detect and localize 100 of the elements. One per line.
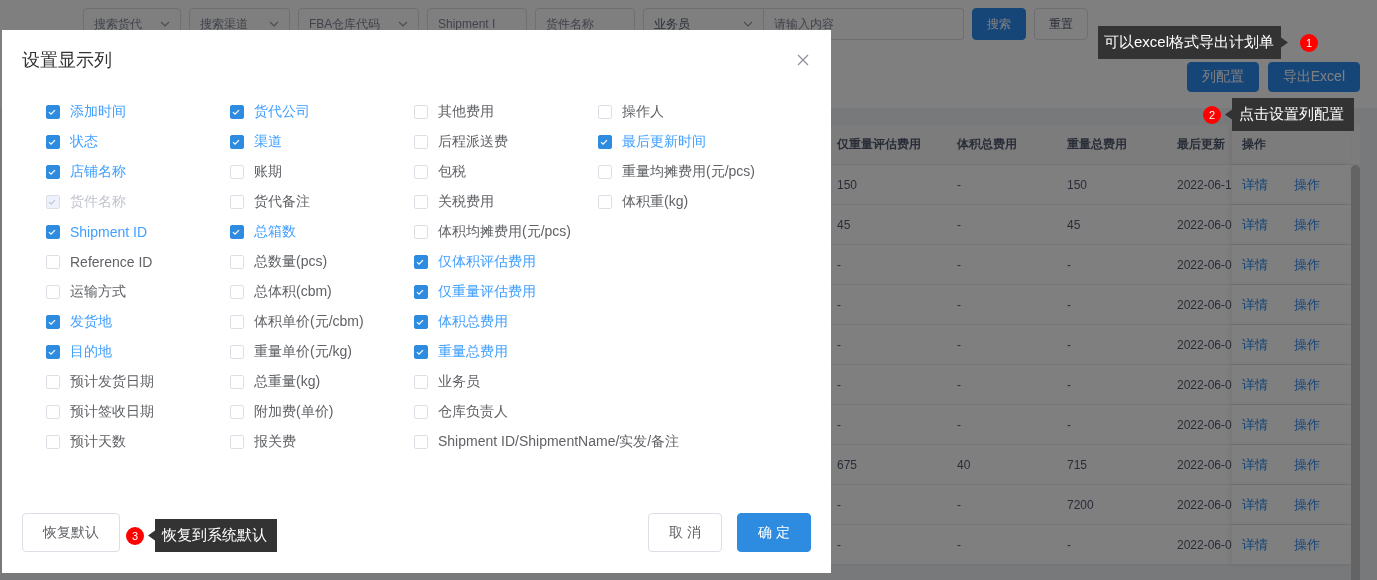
table-cell-text: 2022-06-0 — [1176, 217, 1232, 232]
confirm-button[interactable]: 确 定 — [737, 513, 811, 552]
column-header: 仅重量评估费用 — [835, 136, 922, 153]
checkbox[interactable] — [46, 165, 60, 179]
checkbox[interactable] — [414, 345, 428, 359]
table-cell-text: - — [836, 417, 842, 432]
checkbox[interactable] — [46, 315, 60, 329]
column-header: 体积总费用 — [956, 136, 1018, 153]
table-link[interactable]: 详情 — [1242, 415, 1268, 434]
checkbox-label: 仅重量评估费用 — [438, 283, 536, 301]
table-cell-text: - — [1066, 257, 1072, 272]
search-button[interactable]: 搜索 — [972, 8, 1026, 40]
checkbox-label: 操作人 — [622, 103, 664, 121]
checkbox-label: 总体积(cbm) — [254, 283, 332, 301]
table-cell-text: - — [956, 497, 962, 512]
toolbar-button[interactable]: 导出Excel — [1267, 62, 1360, 92]
checkbox[interactable] — [414, 255, 428, 269]
table-link[interactable]: 操作 — [1294, 335, 1320, 354]
table-cell-text: - — [956, 537, 962, 552]
table-cell-text: - — [956, 417, 962, 432]
table-link[interactable]: 操作 — [1294, 455, 1320, 474]
table-link[interactable]: 详情 — [1242, 255, 1268, 274]
checkbox[interactable] — [46, 105, 60, 119]
checkbox-label: 体积总费用 — [438, 313, 508, 331]
table-cell-text: - — [956, 337, 962, 352]
table-link[interactable]: 操作 — [1294, 295, 1320, 314]
scrollbar[interactable] — [1351, 165, 1360, 580]
checkbox-label: 总数量(pcs) — [254, 253, 328, 271]
checkbox-label: 发货地 — [70, 313, 112, 331]
table-link[interactable]: 详情 — [1242, 535, 1268, 554]
checkbox-label: 渠道 — [254, 133, 282, 151]
table-link[interactable]: 详情 — [1242, 455, 1268, 474]
table-link[interactable]: 详情 — [1242, 175, 1268, 194]
checkbox-label: Shipment ID — [70, 224, 148, 240]
table-cell-text: 2022-06-0 — [1176, 537, 1232, 552]
table-cell-text: - — [1066, 337, 1072, 352]
table-link[interactable]: 详情 — [1242, 375, 1268, 394]
checkbox-label: Shipment ID/ShipmentName/实发/备注 — [438, 433, 680, 451]
checkbox-label: 预计发货日期 — [70, 373, 154, 391]
checkbox-label: Reference ID — [70, 254, 153, 270]
table-cell-text: - — [836, 497, 842, 512]
table-cell-text: - — [1066, 297, 1072, 312]
table-cell-text: 715 — [1066, 457, 1089, 472]
cancel-button[interactable]: 取 消 — [648, 513, 723, 552]
table-cell-text: 2022-06-0 — [1176, 377, 1232, 392]
table-cell-text: 2022-06-0 — [1176, 337, 1232, 352]
toolbar-button[interactable]: 列配置 — [1186, 62, 1259, 92]
checkbox[interactable] — [598, 135, 612, 149]
table-link[interactable]: 详情 — [1242, 495, 1268, 514]
reset-button[interactable]: 重置 — [1034, 8, 1088, 40]
reset-default-button[interactable]: 恢复默认 — [22, 513, 120, 552]
checkbox-label: 重量总费用 — [438, 343, 508, 361]
table-link[interactable]: 详情 — [1242, 215, 1268, 234]
caret-icon — [160, 21, 170, 27]
checkbox-label: 最后更新时间 — [622, 133, 706, 151]
table-cell-text: - — [956, 377, 962, 392]
table-cell-text: - — [836, 537, 842, 552]
table-link[interactable]: 操作 — [1294, 255, 1320, 274]
checkbox[interactable] — [230, 105, 244, 119]
table-cell-text: 2022-06-0 — [1176, 417, 1232, 432]
tooltip: 可以excel格式导出计划单 — [1098, 26, 1289, 59]
checkbox-label: 货件名称 — [70, 193, 126, 211]
table-cell-text: 2022-06-0 — [1176, 457, 1232, 472]
table-link[interactable]: 详情 — [1242, 335, 1268, 354]
table-cell-text: - — [836, 297, 842, 312]
checkbox[interactable] — [414, 285, 428, 299]
checkbox[interactable] — [230, 225, 244, 239]
step-badge: 2 — [1203, 105, 1221, 124]
table-link[interactable]: 详情 — [1242, 295, 1268, 314]
checkbox[interactable] — [230, 135, 244, 149]
table-link[interactable]: 操作 — [1294, 495, 1320, 514]
column-header: 操作 — [1242, 136, 1266, 153]
dialog-title: 设置显示列 — [22, 49, 112, 72]
checkbox-label: 账期 — [254, 163, 282, 181]
checkbox[interactable] — [46, 225, 60, 239]
checkbox-label: 店铺名称 — [70, 163, 126, 181]
checkbox-label: 仓库负责人 — [438, 403, 508, 421]
table-link[interactable]: 操作 — [1294, 535, 1320, 554]
column-header: 重量总费用 — [1066, 136, 1128, 153]
table-link[interactable]: 操作 — [1294, 375, 1320, 394]
close-icon[interactable] — [797, 54, 809, 66]
table-cell-text: 150 — [836, 177, 859, 192]
checkbox[interactable] — [46, 135, 60, 149]
checkbox-label: 预计天数 — [70, 433, 126, 451]
checkbox-label: 体积均摊费用(元/pcs) — [438, 223, 571, 241]
table-cell-text: 2022-06-1 — [1176, 177, 1232, 192]
table-cell-text: - — [836, 337, 842, 352]
checkbox[interactable] — [46, 345, 60, 359]
checkbox-label: 预计签收日期 — [70, 403, 154, 421]
table-link[interactable]: 操作 — [1294, 215, 1320, 234]
checkbox[interactable] — [414, 315, 428, 329]
table-link[interactable]: 操作 — [1294, 175, 1320, 194]
caret-icon — [269, 21, 279, 27]
table-link[interactable]: 操作 — [1294, 415, 1320, 434]
table-cell-text: 2022-06-0 — [1176, 297, 1232, 312]
table-cell-text: - — [836, 257, 842, 272]
table-cell-text: - — [956, 217, 962, 232]
table-cell-text: - — [1066, 377, 1072, 392]
table-cell-text: 150 — [1066, 177, 1089, 192]
caret-icon — [398, 21, 408, 27]
